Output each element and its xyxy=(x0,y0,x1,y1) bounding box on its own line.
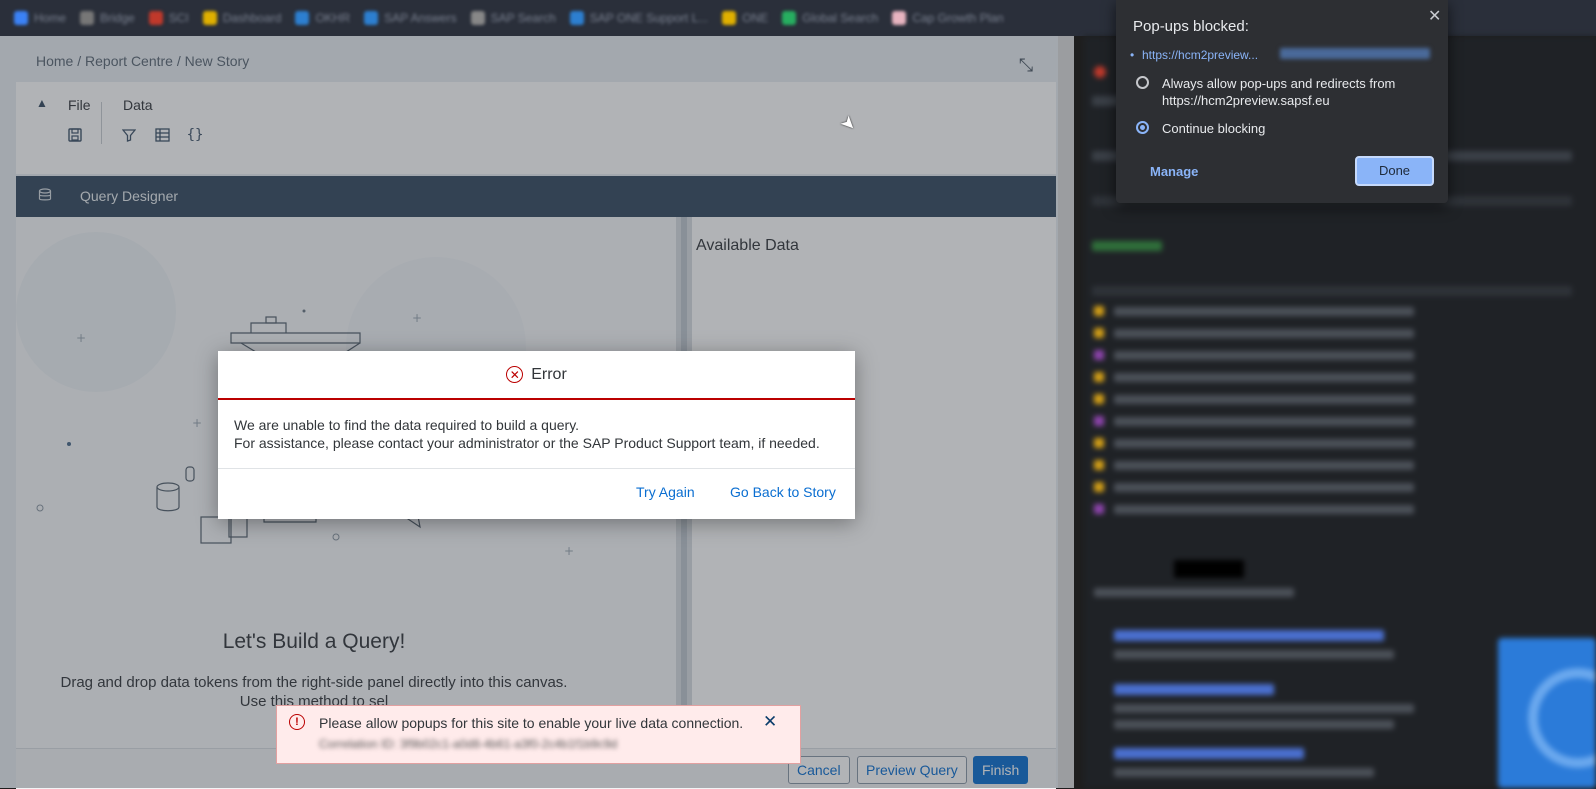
bookmark-item[interactable]: Bridge xyxy=(80,11,135,25)
bookmark-item[interactable]: Cap Growth Plan xyxy=(892,11,1004,25)
bookmark-label: Cap Growth Plan xyxy=(912,11,1004,25)
error-message-line: For assistance, please contact your admi… xyxy=(234,435,820,451)
bookmark-item[interactable]: SCI xyxy=(148,11,189,25)
toast-message: Please allow popups for this site to ena… xyxy=(319,715,744,731)
bookmark-item[interactable]: Dashboard xyxy=(202,11,282,25)
option-always-allow-label[interactable]: Always allow pop-ups and redirects from … xyxy=(1162,75,1432,109)
manage-button[interactable]: Manage xyxy=(1150,164,1198,179)
error-dialog: ✕ Error We are unable to find the data r… xyxy=(218,351,855,519)
devtools-promo-image xyxy=(1498,638,1596,788)
bookmark-item[interactable]: Global Search xyxy=(782,11,878,25)
toast-correlation-id: Correlation ID: 3f9b02c1-a0d8-4b61-a3f0-… xyxy=(319,737,618,751)
bookmark-label: Home xyxy=(34,11,67,25)
bookmark-label: SAP Answers xyxy=(384,11,457,25)
blocked-popup-url: https://hcm2preview... xyxy=(1142,48,1259,62)
go-back-to-story-button[interactable]: Go Back to Story xyxy=(730,484,836,500)
radio-continue-blocking[interactable] xyxy=(1136,121,1149,134)
popup-blocked-bubble: Pop-ups blocked: ✕ • https://hcm2preview.… xyxy=(1116,0,1448,203)
error-icon: ✕ xyxy=(506,366,524,383)
bookmark-item[interactable]: Home xyxy=(14,11,66,25)
bookmark-item[interactable]: SAP Search xyxy=(470,11,556,25)
close-icon[interactable]: ✕ xyxy=(763,712,777,732)
bookmark-item[interactable]: ONE xyxy=(722,11,768,25)
bullet-icon: • xyxy=(1130,48,1135,62)
bookmark-item[interactable]: OKHR xyxy=(295,11,350,25)
popup-blocked-title: Pop-ups blocked: xyxy=(1133,18,1249,35)
error-dialog-header: ✕ Error xyxy=(218,351,855,400)
bookmark-label: ONE xyxy=(742,11,769,25)
error-message-line: We are unable to find the data required … xyxy=(234,417,580,433)
error-dialog-message: We are unable to find the data required … xyxy=(234,416,820,452)
blocked-popup-url-rest xyxy=(1280,48,1430,59)
bookmark-label: Global Search xyxy=(802,11,879,25)
error-dialog-title: Error xyxy=(531,365,567,383)
close-icon[interactable]: ✕ xyxy=(1428,6,1441,26)
option-continue-blocking-label[interactable]: Continue blocking xyxy=(1162,120,1265,137)
bookmark-item[interactable]: SAP ONE Support L... xyxy=(569,11,709,25)
bookmark-label: SCI xyxy=(168,11,189,25)
blocked-popup-link[interactable]: • https://hcm2preview... xyxy=(1130,48,1259,62)
bookmark-item[interactable]: SAP Answers xyxy=(364,11,457,25)
bookmark-label: Bridge xyxy=(100,11,135,25)
bookmark-label: SAP Search xyxy=(490,11,556,25)
done-button[interactable]: Done xyxy=(1355,156,1434,186)
popup-warning-toast: ! Please allow popups for this site to e… xyxy=(276,705,801,764)
radio-always-allow[interactable] xyxy=(1136,76,1149,89)
try-again-button[interactable]: Try Again xyxy=(636,484,695,500)
alert-icon: ! xyxy=(289,714,305,730)
error-dialog-footer: Try Again Go Back to Story xyxy=(218,468,855,520)
bookmark-label: Dashboard xyxy=(222,11,282,25)
bookmark-label: SAP ONE Support L... xyxy=(589,11,709,25)
bookmark-label: OKHR xyxy=(315,11,351,25)
